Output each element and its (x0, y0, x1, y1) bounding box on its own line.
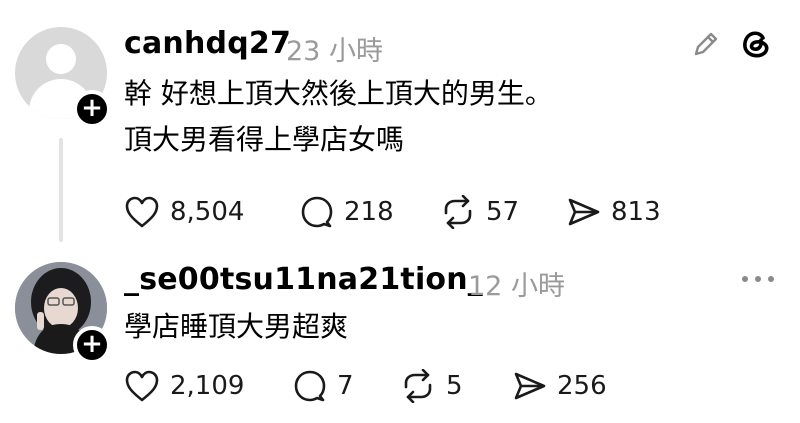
threads-logo-icon[interactable] (738, 26, 774, 62)
post-text-line-2: 頂大男看得上學店女嗎 (124, 123, 405, 156)
share-button[interactable]: 813 (567, 195, 661, 229)
repost-count: 5 (446, 371, 463, 401)
repost-count: 57 (486, 197, 520, 227)
follow-plus-icon[interactable]: + (73, 90, 111, 128)
share-button[interactable]: 256 (513, 369, 607, 403)
avatar-head (46, 44, 76, 74)
post-timestamp: 23 小時 (286, 36, 383, 67)
post-text-line-1: 幹 好想上頂大然後上頂大的男生。 (124, 77, 553, 110)
like-count: 8,504 (170, 197, 245, 227)
reply-text: 學店睡頂大男超爽 (124, 310, 349, 343)
post-username[interactable]: canhdq27 (124, 26, 291, 61)
like-button[interactable]: 2,109 (124, 369, 244, 403)
reply-count: 218 (344, 197, 394, 227)
pencil-icon[interactable] (690, 28, 722, 60)
share-count: 813 (611, 197, 661, 227)
comment-icon (301, 196, 333, 228)
reply-timestamp: 12 小時 (468, 271, 565, 302)
repost-icon (444, 195, 472, 229)
like-count: 2,109 (170, 371, 245, 401)
comment-icon (294, 370, 326, 402)
send-icon (514, 372, 546, 400)
share-count: 256 (557, 371, 607, 401)
reply-button[interactable]: 218 (300, 195, 394, 229)
reply-username[interactable]: _se00tsu11na21tion_ (124, 262, 483, 297)
more-dots-icon[interactable] (740, 270, 776, 282)
repost-button[interactable]: 57 (440, 195, 519, 229)
repost-button[interactable]: 5 (400, 369, 463, 403)
follow-plus-icon[interactable]: + (73, 326, 111, 364)
heart-icon (125, 370, 159, 402)
repost-icon (404, 369, 432, 403)
heart-icon (125, 196, 159, 228)
send-icon (568, 198, 600, 226)
like-button[interactable]: 8,504 (124, 195, 244, 229)
reply-button[interactable]: 7 (293, 369, 354, 403)
reply-count: 7 (337, 371, 354, 401)
thread-line (59, 138, 63, 242)
